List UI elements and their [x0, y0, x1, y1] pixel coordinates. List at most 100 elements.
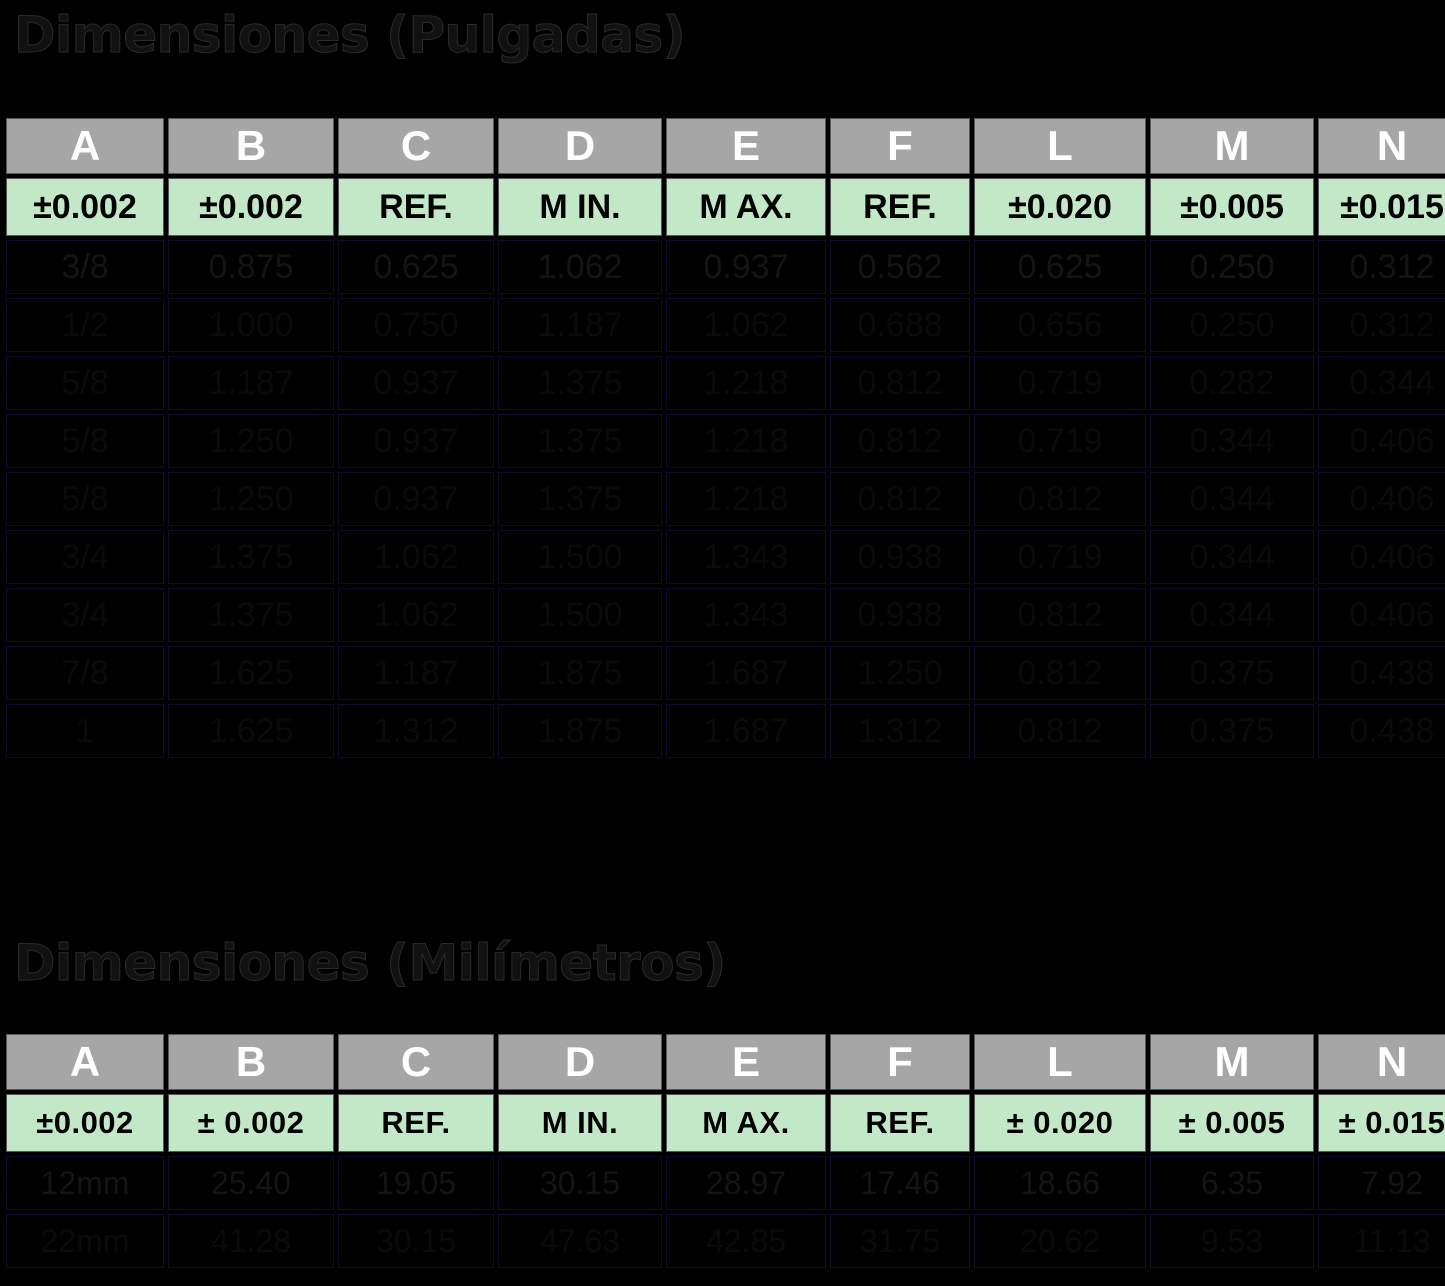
- cell-m: 0.344: [1150, 588, 1314, 642]
- cell-l: 0.812: [974, 472, 1146, 526]
- cell-a: 7/8: [6, 646, 164, 700]
- column-header-c: C: [338, 1034, 494, 1090]
- cell-e: 1.218: [666, 472, 826, 526]
- table-row: 5/8 1.250 0.937 1.375 1.218 0.812 0.719 …: [6, 414, 1445, 468]
- cell-n: 11.13: [1318, 1214, 1445, 1268]
- column-header-m: M: [1150, 118, 1314, 174]
- cell-d: 1.500: [498, 588, 662, 642]
- cell-b: 1.187: [168, 356, 334, 410]
- column-header-e: E: [666, 1034, 826, 1090]
- cell-m: 0.344: [1150, 414, 1314, 468]
- cell-m: 0.282: [1150, 356, 1314, 410]
- cell-e: 28.97: [666, 1156, 826, 1210]
- tolerance-b: ± 0.002: [168, 1094, 334, 1152]
- tolerance-d: M IN.: [498, 1094, 662, 1152]
- cell-d: 1.875: [498, 646, 662, 700]
- column-header-b: B: [168, 1034, 334, 1090]
- cell-b: 1.625: [168, 704, 334, 758]
- tolerance-a: ±0.002: [6, 1094, 164, 1152]
- dimensions-sheet: Dimensiones (Pulgadas) A B C D E F L M N…: [0, 0, 1445, 1286]
- cell-m: 0.344: [1150, 472, 1314, 526]
- tolerance-l: ± 0.020: [974, 1094, 1146, 1152]
- cell-n: 0.438: [1318, 646, 1445, 700]
- cell-a: 22mm: [6, 1214, 164, 1268]
- table-row: 3/4 1.375 1.062 1.500 1.343 0.938 0.812 …: [6, 588, 1445, 642]
- cell-n: 0.406: [1318, 414, 1445, 468]
- column-header-e: E: [666, 118, 826, 174]
- cell-n: 0.406: [1318, 472, 1445, 526]
- cell-e: 1.062: [666, 298, 826, 352]
- cell-c: 0.937: [338, 356, 494, 410]
- cell-m: 0.375: [1150, 704, 1314, 758]
- tolerance-b: ±0.002: [168, 178, 334, 236]
- table-row: 12mm 25.40 19.05 30.15 28.97 17.46 18.66…: [6, 1156, 1445, 1210]
- cell-a: 5/8: [6, 472, 164, 526]
- cell-b: 1.250: [168, 414, 334, 468]
- tolerance-c: REF.: [338, 1094, 494, 1152]
- cell-e: 42.85: [666, 1214, 826, 1268]
- section-title-millimeters: Dimensiones (Milímetros): [14, 938, 726, 988]
- tolerance-e: M AX.: [666, 178, 826, 236]
- column-header-f: F: [830, 1034, 970, 1090]
- cell-c: 19.05: [338, 1156, 494, 1210]
- cell-a: 3/4: [6, 530, 164, 584]
- table-row: 1 1.625 1.312 1.875 1.687 1.312 0.812 0.…: [6, 704, 1445, 758]
- table-row: 3/8 0.875 0.625 1.062 0.937 0.562 0.625 …: [6, 240, 1445, 294]
- cell-c: 1.187: [338, 646, 494, 700]
- cell-f: 0.812: [830, 414, 970, 468]
- cell-a: 3/8: [6, 240, 164, 294]
- cell-f: 0.688: [830, 298, 970, 352]
- table-header-row-letters: A B C D E F L M N: [6, 118, 1445, 174]
- cell-c: 0.937: [338, 472, 494, 526]
- tolerance-d: M IN.: [498, 178, 662, 236]
- cell-c: 30.15: [338, 1214, 494, 1268]
- column-header-c: C: [338, 118, 494, 174]
- cell-n: 0.438: [1318, 704, 1445, 758]
- cell-a: 5/8: [6, 414, 164, 468]
- cell-c: 0.750: [338, 298, 494, 352]
- column-header-b: B: [168, 118, 334, 174]
- tolerance-l: ±0.020: [974, 178, 1146, 236]
- cell-l: 0.812: [974, 588, 1146, 642]
- dimensions-table-inches: A B C D E F L M N ±0.002 ±0.002 REF. M I…: [2, 114, 1445, 762]
- tolerance-a: ±0.002: [6, 178, 164, 236]
- cell-e: 1.218: [666, 356, 826, 410]
- cell-l: 0.656: [974, 298, 1146, 352]
- tolerance-m: ± 0.005: [1150, 1094, 1314, 1152]
- cell-l: 0.812: [974, 646, 1146, 700]
- cell-c: 1.062: [338, 588, 494, 642]
- cell-d: 1.187: [498, 298, 662, 352]
- cell-m: 0.250: [1150, 240, 1314, 294]
- cell-b: 1.000: [168, 298, 334, 352]
- table-row: 3/4 1.375 1.062 1.500 1.343 0.938 0.719 …: [6, 530, 1445, 584]
- cell-m: 9.53: [1150, 1214, 1314, 1268]
- cell-c: 0.937: [338, 414, 494, 468]
- cell-b: 1.375: [168, 530, 334, 584]
- cell-c: 1.312: [338, 704, 494, 758]
- cell-f: 0.562: [830, 240, 970, 294]
- cell-l: 0.812: [974, 704, 1146, 758]
- cell-l: 18.66: [974, 1156, 1146, 1210]
- cell-b: 25.40: [168, 1156, 334, 1210]
- cell-e: 1.687: [666, 704, 826, 758]
- cell-f: 0.812: [830, 472, 970, 526]
- cell-m: 0.344: [1150, 530, 1314, 584]
- cell-d: 1.375: [498, 414, 662, 468]
- cell-a: 5/8: [6, 356, 164, 410]
- cell-n: 0.312: [1318, 298, 1445, 352]
- cell-f: 1.312: [830, 704, 970, 758]
- cell-l: 0.719: [974, 530, 1146, 584]
- cell-n: 0.406: [1318, 530, 1445, 584]
- cell-e: 1.218: [666, 414, 826, 468]
- cell-b: 1.625: [168, 646, 334, 700]
- cell-l: 0.719: [974, 356, 1146, 410]
- column-header-d: D: [498, 1034, 662, 1090]
- cell-f: 0.938: [830, 530, 970, 584]
- table-header-row-tolerances: ±0.002 ± 0.002 REF. M IN. M AX. REF. ± 0…: [6, 1094, 1445, 1152]
- column-header-f: F: [830, 118, 970, 174]
- cell-n: 7.92: [1318, 1156, 1445, 1210]
- table-body-inches: 3/8 0.875 0.625 1.062 0.937 0.562 0.625 …: [6, 240, 1445, 758]
- cell-m: 0.250: [1150, 298, 1314, 352]
- dimensions-table-millimeters: A B C D E F L M N ±0.002 ± 0.002 REF. M …: [2, 1030, 1445, 1272]
- column-header-l: L: [974, 118, 1146, 174]
